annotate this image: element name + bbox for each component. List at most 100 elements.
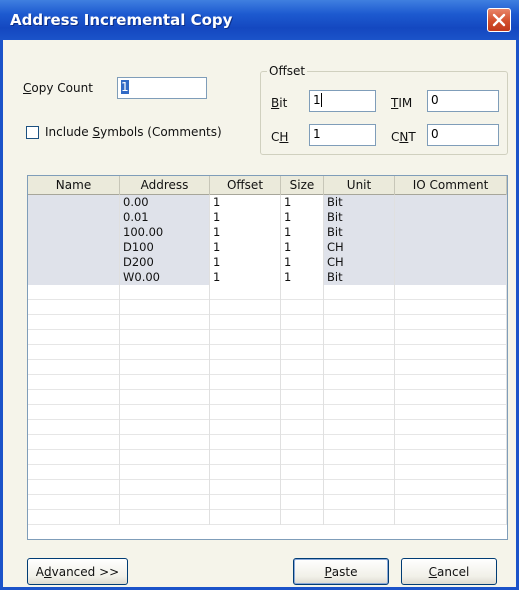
paste-button[interactable]: Paste (293, 558, 389, 585)
table-cell-unit[interactable] (324, 405, 395, 420)
table-cell-address[interactable] (120, 435, 210, 450)
table-cell-size[interactable]: 1 (281, 225, 324, 240)
tim-offset-input[interactable]: 0 (427, 90, 499, 112)
table-cell-address[interactable]: 0.01 (120, 210, 210, 225)
table-row[interactable] (28, 360, 507, 375)
table-cell-address[interactable]: 0.00 (120, 195, 210, 210)
table-cell-unit[interactable]: Bit (324, 270, 395, 285)
table-cell-io-comment[interactable] (395, 255, 507, 270)
table-cell-name[interactable] (28, 495, 120, 510)
table-cell-address[interactable] (120, 465, 210, 480)
table-cell-size[interactable] (281, 375, 324, 390)
table-cell-name[interactable] (28, 480, 120, 495)
table-row[interactable]: 0.01 1 1 Bit (28, 210, 507, 225)
table-cell-size[interactable]: 1 (281, 240, 324, 255)
column-header-offset[interactable]: Offset (210, 176, 281, 195)
table-cell-offset[interactable] (210, 390, 281, 405)
table-row[interactable]: 0.00 1 1 Bit (28, 195, 507, 210)
column-header-unit[interactable]: Unit (324, 176, 395, 195)
table-row[interactable] (28, 450, 507, 465)
table-row[interactable] (28, 480, 507, 495)
table-cell-io-comment[interactable] (395, 240, 507, 255)
table-cell-unit[interactable] (324, 360, 395, 375)
table-cell-unit[interactable] (324, 315, 395, 330)
table-cell-io-comment[interactable] (395, 510, 507, 525)
table-cell-offset[interactable] (210, 465, 281, 480)
table-cell-io-comment[interactable] (395, 225, 507, 240)
table-row[interactable] (28, 465, 507, 480)
table-cell-size[interactable]: 1 (281, 270, 324, 285)
table-row[interactable] (28, 345, 507, 360)
table-cell-name[interactable] (28, 300, 120, 315)
table-cell-unit[interactable]: Bit (324, 210, 395, 225)
table-cell-name[interactable] (28, 435, 120, 450)
table-row[interactable]: 100.00 1 1 Bit (28, 225, 507, 240)
table-cell-name[interactable] (28, 405, 120, 420)
table-cell-unit[interactable]: CH (324, 255, 395, 270)
table-cell-name[interactable] (28, 375, 120, 390)
table-cell-unit[interactable] (324, 375, 395, 390)
table-cell-offset[interactable] (210, 450, 281, 465)
table-cell-address[interactable] (120, 345, 210, 360)
table-cell-io-comment[interactable] (395, 405, 507, 420)
table-cell-unit[interactable] (324, 345, 395, 360)
table-cell-size[interactable] (281, 435, 324, 450)
table-cell-io-comment[interactable] (395, 435, 507, 450)
table-cell-offset[interactable] (210, 360, 281, 375)
table-cell-address[interactable] (120, 510, 210, 525)
table-cell-io-comment[interactable] (395, 480, 507, 495)
column-header-address[interactable]: Address (120, 176, 210, 195)
table-cell-name[interactable] (28, 270, 120, 285)
table-cell-address[interactable] (120, 285, 210, 300)
table-cell-address[interactable] (120, 360, 210, 375)
table-cell-unit[interactable]: Bit (324, 225, 395, 240)
table-row[interactable] (28, 285, 507, 300)
table-cell-address[interactable] (120, 495, 210, 510)
table-cell-offset[interactable] (210, 285, 281, 300)
table-cell-address[interactable] (120, 450, 210, 465)
table-cell-name[interactable] (28, 345, 120, 360)
table-cell-io-comment[interactable] (395, 270, 507, 285)
advanced-button[interactable]: Ad vanced >> (27, 558, 128, 585)
table-cell-unit[interactable] (324, 510, 395, 525)
address-table[interactable]: Name Address Offset Size Unit IO Comment… (27, 175, 508, 540)
table-cell-offset[interactable]: 1 (210, 255, 281, 270)
table-cell-name[interactable] (28, 255, 120, 270)
table-cell-offset[interactable]: 1 (210, 225, 281, 240)
table-cell-io-comment[interactable] (395, 345, 507, 360)
table-row[interactable]: W0.00 1 1 Bit (28, 270, 507, 285)
table-cell-unit[interactable] (324, 300, 395, 315)
table-cell-size[interactable] (281, 405, 324, 420)
table-cell-size[interactable] (281, 300, 324, 315)
table-cell-io-comment[interactable] (395, 465, 507, 480)
table-row[interactable] (28, 435, 507, 450)
table-cell-io-comment[interactable] (395, 330, 507, 345)
table-cell-name[interactable] (28, 240, 120, 255)
table-cell-size[interactable] (281, 390, 324, 405)
table-cell-io-comment[interactable] (395, 450, 507, 465)
table-row[interactable]: D100 1 1 CH (28, 240, 507, 255)
table-cell-address[interactable] (120, 405, 210, 420)
table-cell-io-comment[interactable] (395, 300, 507, 315)
column-header-name[interactable]: Name (28, 176, 120, 195)
table-cell-address[interactable]: 100.00 (120, 225, 210, 240)
table-cell-unit[interactable] (324, 495, 395, 510)
table-cell-address[interactable] (120, 480, 210, 495)
table-cell-name[interactable] (28, 420, 120, 435)
table-cell-io-comment[interactable] (395, 495, 507, 510)
table-cell-unit[interactable] (324, 465, 395, 480)
table-cell-offset[interactable] (210, 420, 281, 435)
table-cell-offset[interactable]: 1 (210, 195, 281, 210)
table-cell-name[interactable] (28, 330, 120, 345)
table-cell-unit[interactable] (324, 330, 395, 345)
table-cell-offset[interactable] (210, 480, 281, 495)
table-cell-size[interactable] (281, 480, 324, 495)
table-cell-name[interactable] (28, 315, 120, 330)
table-cell-address[interactable] (120, 420, 210, 435)
table-cell-offset[interactable]: 1 (210, 210, 281, 225)
table-row[interactable] (28, 315, 507, 330)
table-cell-unit[interactable] (324, 285, 395, 300)
table-row[interactable] (28, 420, 507, 435)
table-cell-offset[interactable] (210, 510, 281, 525)
table-row[interactable] (28, 405, 507, 420)
